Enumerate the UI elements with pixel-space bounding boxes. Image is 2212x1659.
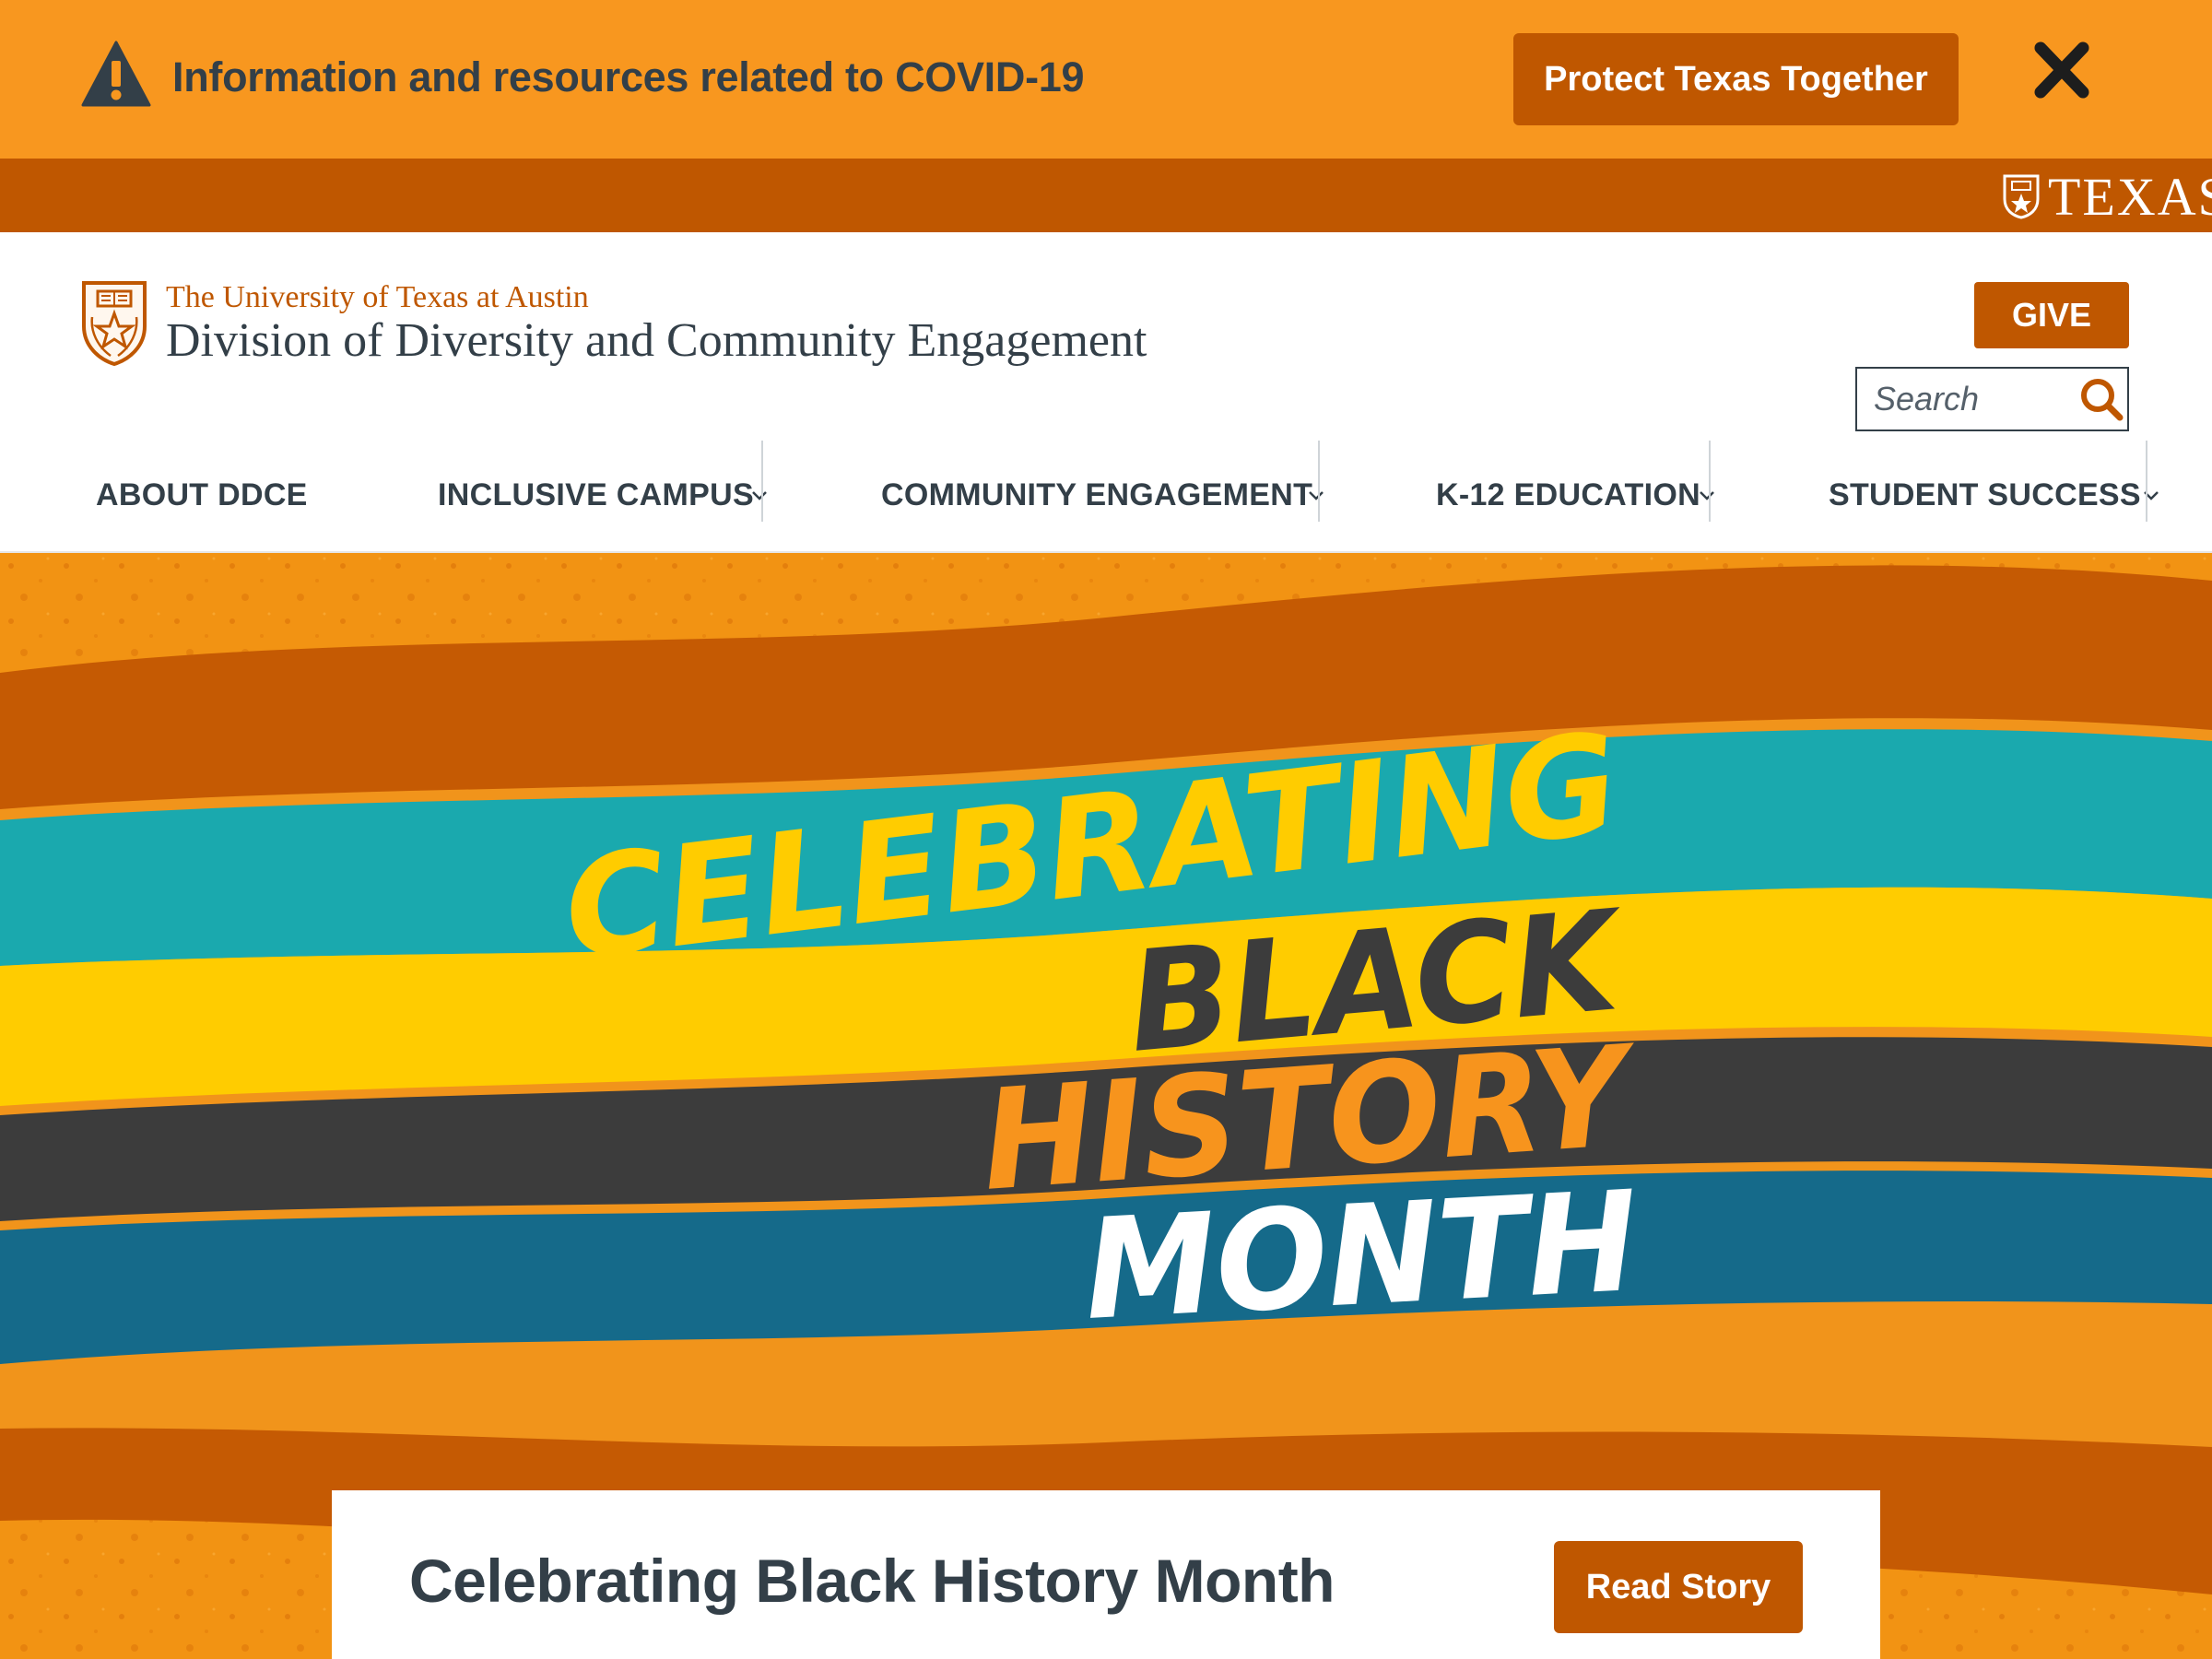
give-button[interactable]: GIVE xyxy=(1974,282,2129,348)
university-name: The University of Texas at Austin xyxy=(166,280,589,314)
search-icon[interactable] xyxy=(2078,376,2124,422)
nav-item-label: STUDENT SUCCESS xyxy=(1829,477,2141,512)
search-input[interactable] xyxy=(1857,369,2069,429)
chevron-down-icon[interactable] xyxy=(750,488,769,501)
nav-item-community-engagement[interactable]: COMMUNITY ENGAGEMENT xyxy=(774,433,1327,551)
search-box xyxy=(1855,367,2129,431)
nav-divider xyxy=(761,441,763,522)
covid-alert-bar: Information and resources related to COV… xyxy=(0,0,2212,159)
nav-item-inclusive-campus[interactable]: INCLUSIVE CAMPUS xyxy=(387,433,774,551)
nav-item-label: K-12 EDUCATION xyxy=(1436,477,1700,512)
nav-item-label: COMMUNITY ENGAGEMENT xyxy=(881,477,1313,512)
covid-alert-text: Information and resources related to COV… xyxy=(172,53,1085,100)
division-name: Division of Diversity and Community Enga… xyxy=(166,314,1147,367)
chevron-down-icon[interactable] xyxy=(2142,488,2160,501)
chevron-down-icon[interactable] xyxy=(1698,488,1716,501)
nav-divider xyxy=(2146,441,2147,522)
main-navigation: ABOUT DDCE INCLUSIVE CAMPUS COMMUNITY EN… xyxy=(0,433,2212,551)
banner-line-month: MONTH xyxy=(1081,1162,1641,1351)
nav-item-about-ddce[interactable]: ABOUT DDCE xyxy=(0,433,387,551)
nav-divider xyxy=(1709,441,1711,522)
chevron-down-icon[interactable] xyxy=(1307,488,1325,501)
nav-item-label: ABOUT DDCE xyxy=(96,477,308,512)
nav-divider xyxy=(1318,441,1320,522)
hero-story-card: Celebrating Black History Month Read Sto… xyxy=(332,1490,1880,1659)
ut-seal-icon xyxy=(2003,174,2040,219)
protect-texas-together-button[interactable]: Protect Texas Together xyxy=(1513,33,1959,125)
ut-seal-icon xyxy=(82,281,147,367)
site-brand-link[interactable]: The University of Texas at Austin Divisi… xyxy=(81,280,1242,372)
nav-item-student-success[interactable]: STUDENT SUCCESS xyxy=(1714,433,2212,551)
hero-story-title[interactable]: Celebrating Black History Month xyxy=(409,1546,1335,1616)
site-header: The University of Texas at Austin Divisi… xyxy=(0,232,2212,553)
close-x-icon[interactable] xyxy=(2030,41,2094,100)
nav-item-k12-education[interactable]: K-12 EDUCATION xyxy=(1327,433,1714,551)
warning-triangle-icon xyxy=(81,41,151,107)
nav-item-label: INCLUSIVE CAMPUS xyxy=(438,477,754,512)
read-story-button[interactable]: Read Story xyxy=(1554,1541,1803,1633)
texas-wordmark[interactable]: TEXAS xyxy=(2048,166,2212,228)
ut-brand-strip: TEXAS xyxy=(0,159,2212,232)
